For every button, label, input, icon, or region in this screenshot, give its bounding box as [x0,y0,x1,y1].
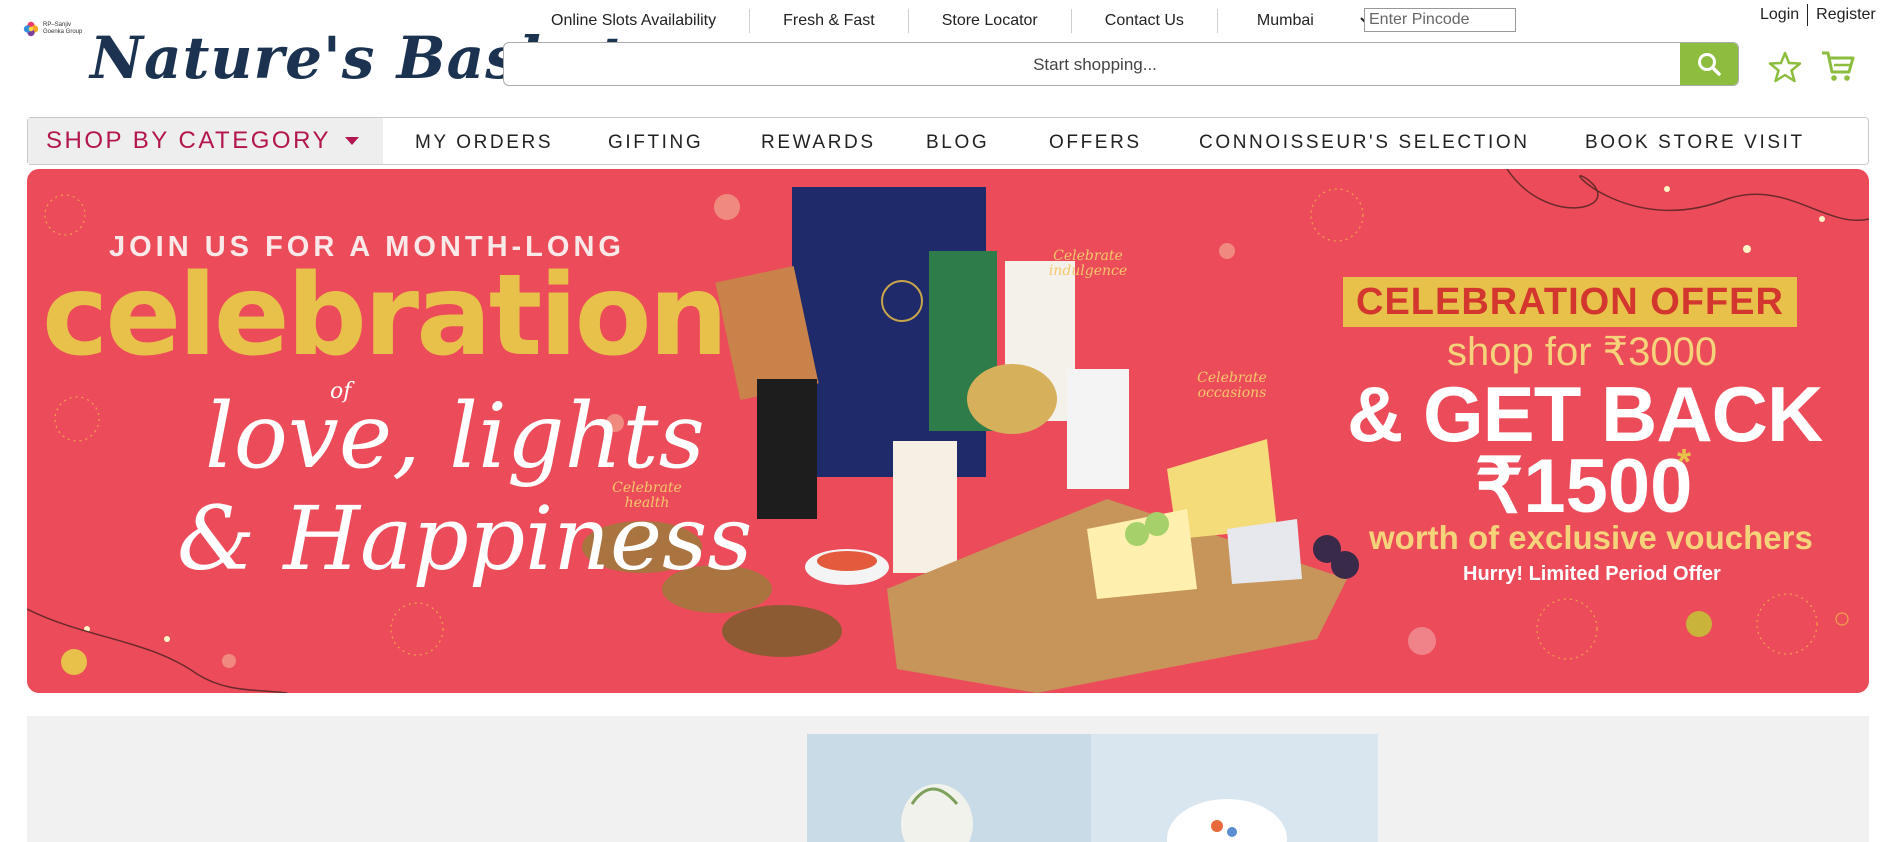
search-input[interactable] [504,43,1686,85]
top-link-fresh-fast[interactable]: Fresh & Fast [750,9,909,33]
auth-divider [1807,4,1809,26]
nav-book-store-visit[interactable]: BOOK STORE VISIT [1585,132,1805,154]
search-button[interactable] [1680,43,1738,85]
top-link-contact-us[interactable]: Contact Us [1072,9,1218,33]
top-links-bar: Online Slots Availability Fresh & Fast S… [525,8,1394,34]
cart-icon[interactable] [1820,48,1856,84]
hero-banner[interactable]: JOIN US FOR A MONTH-LONG celebration of … [27,169,1869,693]
nav-rewards[interactable]: REWARDS [761,132,876,154]
nav-my-orders[interactable]: MY ORDERS [415,132,553,154]
top-link-store-locator[interactable]: Store Locator [909,9,1072,33]
star-icon[interactable] [1768,50,1802,84]
tag-celebrate-indulgence: Celebrate indulgence [1048,248,1128,279]
offer-asterisk: * [1677,441,1692,482]
group-text: RP–Sanjiv Goenka Group [43,22,83,35]
nav-blog[interactable]: BLOG [926,132,989,154]
main-nav: SHOP BY CATEGORY MY ORDERS GIFTING REWAR… [27,117,1869,165]
secondary-banner-image[interactable] [807,734,1378,842]
tag-celebrate-health: Celebrate health [612,480,682,511]
search-bar [503,42,1739,86]
city-label: Mumbai [1256,12,1314,29]
tag-celebrate-occasions: Celebrate occasions [1197,370,1267,401]
register-link[interactable]: Register [1816,6,1876,24]
flower-logo-icon [23,21,39,37]
banner-headline-love-lights: love, lights [205,384,705,489]
login-link[interactable]: Login [1760,6,1799,24]
offer-hurry: Hurry! Limited Period Offer [1463,563,1721,585]
site-logo[interactable]: RP–Sanjiv Goenka Group Nature's Basket [22,18,625,98]
shop-by-category-label: SHOP BY CATEGORY [46,127,331,154]
top-link-online-slots[interactable]: Online Slots Availability [525,9,751,33]
caret-down-icon [344,137,359,145]
offer-amount: ₹1500 [1475,444,1693,529]
auth-links: Login Register [1760,4,1876,26]
shop-by-category-button[interactable]: SHOP BY CATEGORY [28,118,383,164]
nav-connoisseurs-selection[interactable]: CONNOISSEUR'S SELECTION [1199,132,1530,154]
banner-headline-celebration: celebration [42,251,728,381]
search-icon [1698,53,1721,76]
pincode-input[interactable] [1364,8,1516,32]
group-badge: RP–Sanjiv Goenka Group [22,20,83,38]
nav-gifting[interactable]: GIFTING [608,132,703,154]
secondary-banner-art [901,784,1287,842]
nav-offers[interactable]: OFFERS [1049,132,1142,154]
offer-title: CELEBRATION OFFER [1356,281,1784,323]
offer-worth-vouchers: worth of exclusive vouchers [1369,519,1813,556]
